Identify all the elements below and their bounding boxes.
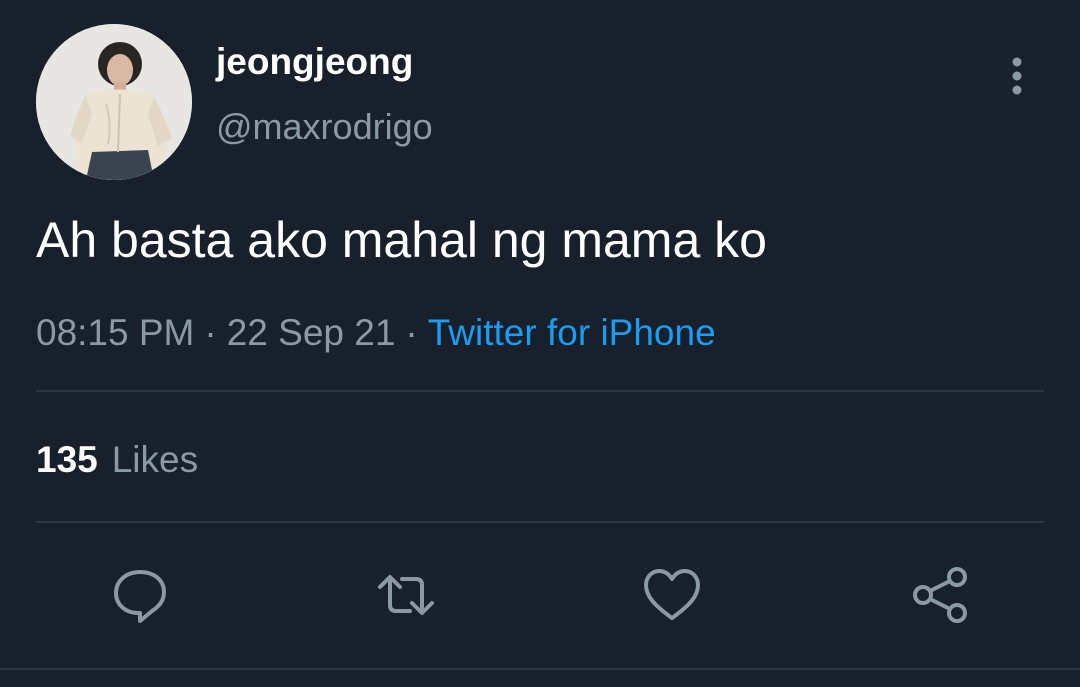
- bottom-divider: [0, 668, 1080, 670]
- more-options-button[interactable]: [1000, 54, 1034, 98]
- user-handle[interactable]: @maxrodrigo: [216, 106, 433, 148]
- display-name[interactable]: jeongjeong: [216, 40, 413, 84]
- avatar-photo: [36, 24, 192, 180]
- more-vertical-icon: [1012, 57, 1022, 95]
- like-button[interactable]: [642, 565, 702, 625]
- divider: [36, 521, 1044, 523]
- divider: [36, 390, 1044, 392]
- share-icon: [913, 567, 967, 623]
- reply-icon: [114, 570, 166, 623]
- tweet-date: 22 Sep 21: [226, 312, 396, 353]
- share-button[interactable]: [910, 565, 970, 625]
- meta-separator: ·: [204, 312, 217, 353]
- likes-count: 135: [36, 439, 98, 480]
- tweet-meta: 08:15 PM · 22 Sep 21 · Twitter for iPhone: [36, 311, 716, 355]
- heart-icon: [644, 569, 700, 620]
- likes-label: Likes: [111, 439, 199, 480]
- tweet-text: Ah basta ako mahal ng mama ko: [36, 212, 767, 268]
- tweet-time: 08:15 PM: [36, 312, 195, 353]
- avatar[interactable]: [36, 24, 192, 180]
- retweet-button[interactable]: [376, 565, 436, 625]
- retweet-icon: [378, 575, 434, 615]
- reply-button[interactable]: [110, 565, 170, 625]
- tweet-source-link[interactable]: Twitter for iPhone: [428, 312, 716, 353]
- meta-separator: ·: [405, 312, 418, 353]
- likes-stat[interactable]: 135 Likes: [36, 438, 198, 482]
